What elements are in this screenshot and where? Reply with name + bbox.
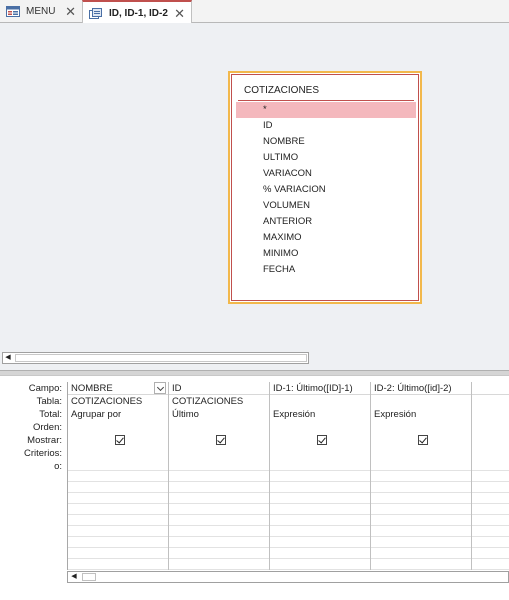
close-icon[interactable]: ✕	[65, 5, 76, 18]
grid-column-id[interactable]: ID COTIZACIONES Último	[169, 382, 270, 570]
mostrar-cell	[169, 434, 269, 447]
row-label-mostrar: Mostrar:	[27, 435, 62, 446]
show-checkbox[interactable]	[115, 435, 125, 445]
table-field-list[interactable]: COTIZACIONES * ID NOMBRE ULTIMO VARIACON…	[228, 71, 422, 304]
grid-column-id-1[interactable]: ID-1: Último([ID]-1) Expresión	[270, 382, 371, 570]
document-tab-bar: MENU ✕ ID, ID-1, ID-2 ✕	[0, 0, 509, 24]
row-label-campo: Campo:	[28, 383, 62, 394]
grid-column-id-2[interactable]: ID-2: Último([id]-2) Expresión	[371, 382, 472, 570]
row-label-orden: Orden:	[32, 422, 62, 433]
scroll-left-arrow-icon[interactable]: ◀	[68, 572, 80, 582]
table-field-list-title: COTIZACIONES	[244, 85, 320, 96]
show-checkbox[interactable]	[418, 435, 428, 445]
show-checkbox[interactable]	[216, 435, 226, 445]
query-grid: NOMBRE COTIZACIONES Agrupar por ID COTIZ…	[67, 382, 509, 570]
field-item[interactable]: ID	[236, 118, 416, 134]
row-label-total: Total:	[39, 409, 62, 420]
row-label-tabla: Tabla:	[36, 396, 62, 407]
field-item[interactable]: MAXIMO	[236, 230, 416, 246]
field-item[interactable]: *	[236, 102, 416, 118]
orden-cell[interactable]	[270, 421, 370, 434]
tab-query-label: ID, ID-1, ID-2	[109, 7, 168, 19]
tabla-cell[interactable]: COTIZACIONES	[68, 395, 168, 408]
mostrar-cell	[68, 434, 168, 447]
field-item[interactable]: ULTIMO	[236, 150, 416, 166]
field-list: * ID NOMBRE ULTIMO VARIACON % VARIACION …	[236, 102, 416, 278]
mostrar-cell	[371, 434, 471, 447]
chevron-down-icon[interactable]	[154, 382, 166, 394]
scrollbar-thumb[interactable]	[82, 573, 96, 581]
total-cell[interactable]: Expresión	[270, 408, 370, 421]
form-icon	[6, 6, 20, 17]
orden-cell[interactable]	[169, 421, 269, 434]
tabla-cell[interactable]: COTIZACIONES	[169, 395, 269, 408]
query-design-area: COTIZACIONES * ID NOMBRE ULTIMO VARIACON…	[0, 23, 509, 370]
campo-value: NOMBRE	[71, 383, 113, 394]
show-checkbox[interactable]	[317, 435, 327, 445]
total-cell[interactable]: Agrupar por	[68, 408, 168, 421]
field-item[interactable]: VOLUMEN	[236, 198, 416, 214]
tabla-cell[interactable]	[371, 395, 471, 408]
campo-cell[interactable]	[472, 382, 509, 395]
tabla-cell[interactable]	[270, 395, 370, 408]
query-icon	[89, 7, 103, 19]
total-cell[interactable]: Último	[169, 408, 269, 421]
campo-cell[interactable]: ID-2: Último([id]-2)	[371, 382, 471, 395]
field-item[interactable]: NOMBRE	[236, 134, 416, 150]
tab-menu[interactable]: MENU ✕	[0, 0, 82, 23]
query-design-grid-pane: Campo: Tabla: Total: Orden: Mostrar: Cri…	[0, 376, 509, 600]
grid-column-empty[interactable]	[472, 382, 509, 570]
grid-row-labels: Campo: Tabla: Total: Orden: Mostrar: Cri…	[0, 382, 66, 473]
table-field-list-frame: COTIZACIONES * ID NOMBRE ULTIMO VARIACON…	[231, 74, 419, 301]
campo-cell[interactable]: NOMBRE	[68, 382, 168, 395]
field-item[interactable]: % VARIACION	[236, 182, 416, 198]
close-icon[interactable]: ✕	[174, 7, 185, 20]
field-item[interactable]: FECHA	[236, 262, 416, 278]
total-cell[interactable]: Expresión	[371, 408, 471, 421]
grid-column-nombre[interactable]: NOMBRE COTIZACIONES Agrupar por	[68, 382, 169, 570]
scrollbar-thumb[interactable]	[15, 354, 307, 362]
row-label-o: o:	[54, 461, 62, 472]
orden-cell[interactable]	[68, 421, 168, 434]
orden-cell[interactable]	[371, 421, 471, 434]
field-item[interactable]: ANTERIOR	[236, 214, 416, 230]
mostrar-cell	[270, 434, 370, 447]
field-item[interactable]: MINIMO	[236, 246, 416, 262]
tab-menu-label: MENU	[26, 6, 56, 17]
campo-cell[interactable]: ID	[169, 382, 269, 395]
design-area-horizontal-scrollbar[interactable]: ◀	[2, 352, 309, 364]
field-item[interactable]: VARIACON	[236, 166, 416, 182]
divider	[238, 100, 414, 101]
campo-cell[interactable]: ID-1: Último([ID]-1)	[270, 382, 370, 395]
grid-horizontal-scrollbar[interactable]: ◀	[67, 571, 509, 583]
scroll-left-arrow-icon[interactable]: ◀	[3, 353, 13, 363]
tab-query[interactable]: ID, ID-1, ID-2 ✕	[82, 0, 192, 24]
row-label-criterios: Criterios:	[23, 448, 62, 459]
